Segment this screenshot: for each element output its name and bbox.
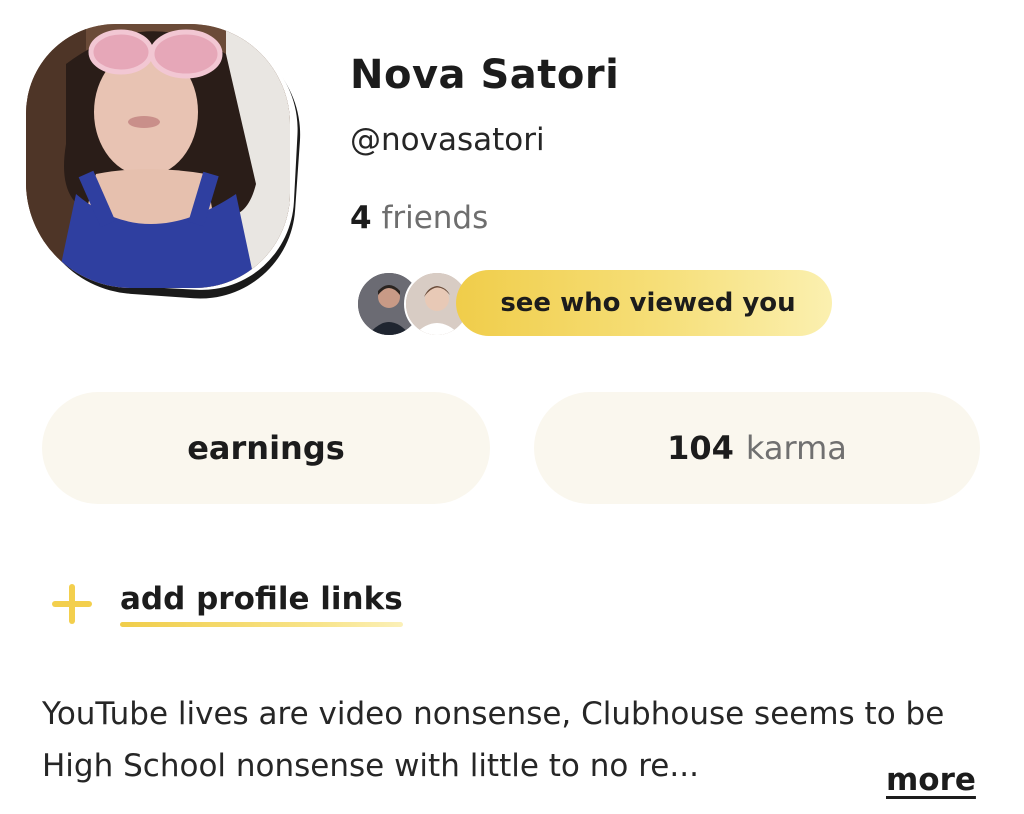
profile-handle: @novasatori (350, 122, 545, 158)
earnings-label: earnings (187, 429, 345, 467)
profile-photo-icon (26, 24, 290, 288)
add-profile-links-button[interactable]: add profile links (50, 576, 403, 632)
bio-more-link[interactable]: more (886, 762, 976, 798)
profile-viewers: see who viewed you (352, 268, 832, 338)
friends-label: friends (381, 200, 489, 236)
plus-icon (50, 582, 94, 626)
earnings-button[interactable]: earnings (42, 392, 490, 504)
see-who-viewed-button[interactable]: see who viewed you (456, 270, 832, 336)
karma-button[interactable]: 104 karma (534, 392, 980, 504)
add-profile-links-label: add profile links (120, 581, 403, 627)
karma-value: 104 (667, 429, 734, 467)
profile-bio: YouTube lives are video nonsense, Clubho… (42, 696, 945, 784)
friends-count-link[interactable]: 4 friends (350, 200, 488, 236)
friends-count: 4 (350, 200, 372, 236)
karma-label: karma (745, 429, 847, 467)
profile-avatar[interactable] (26, 24, 290, 288)
profile-name: Nova Satori (350, 52, 620, 98)
profile-avatar-container[interactable] (24, 23, 307, 305)
